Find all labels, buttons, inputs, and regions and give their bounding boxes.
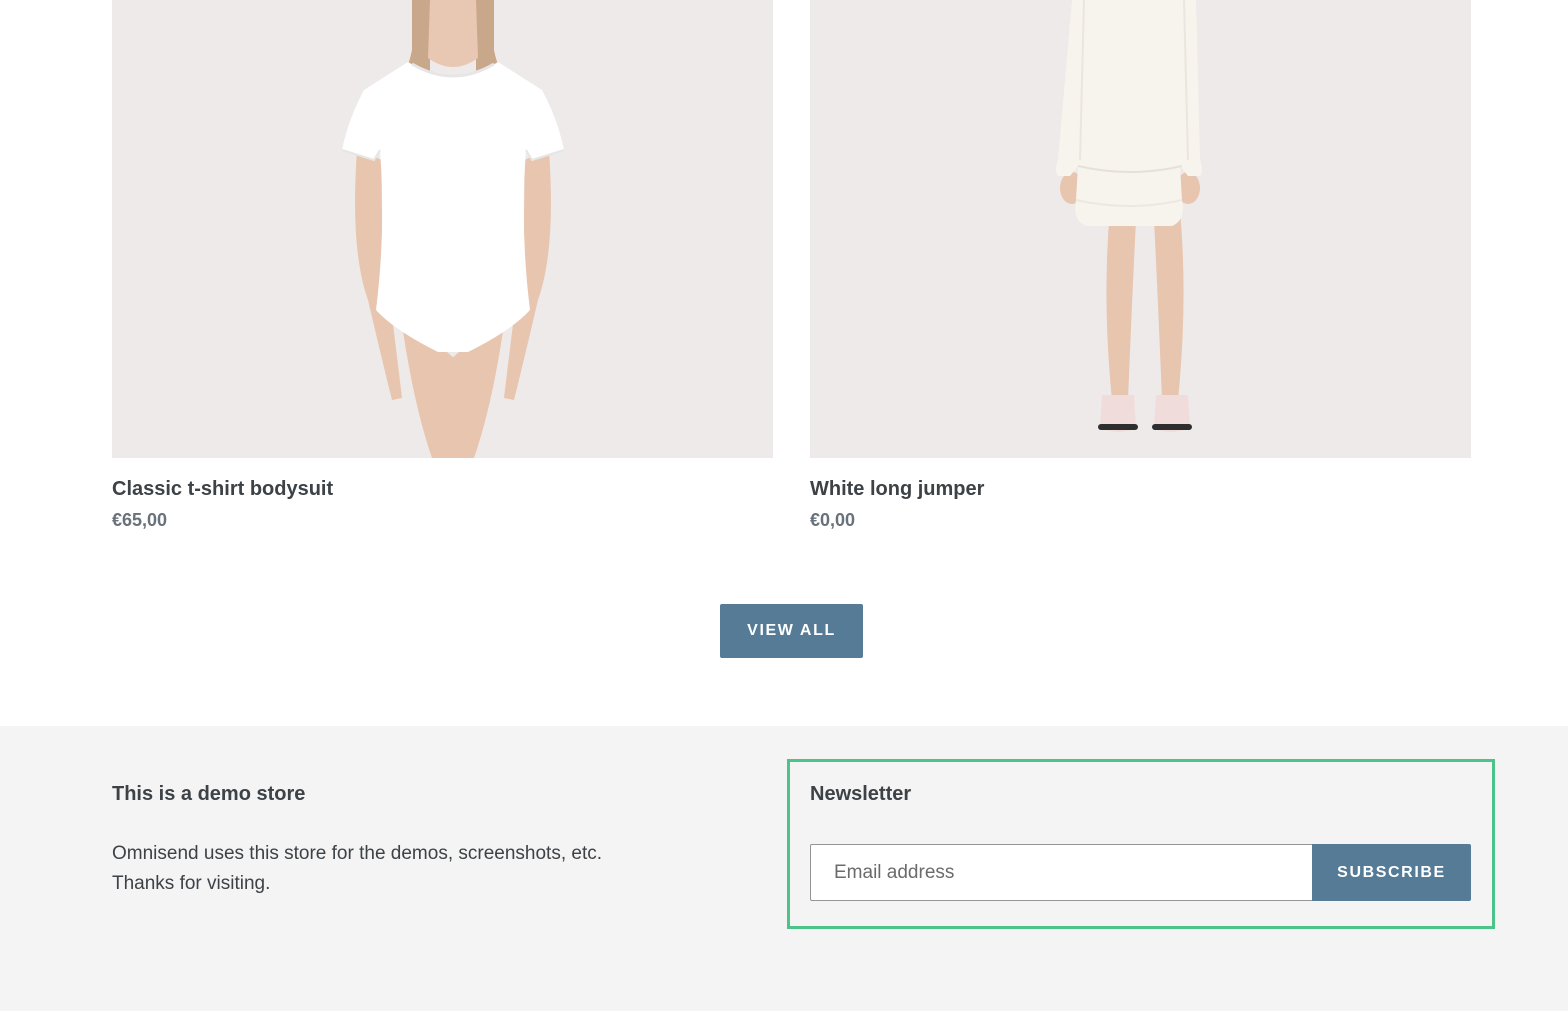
- product-image[interactable]: [112, 0, 773, 458]
- site-footer: This is a demo store Omnisend uses this …: [0, 726, 1568, 1011]
- newsletter-title: Newsletter: [810, 783, 912, 805]
- subscribe-button[interactable]: SUBSCRIBE: [1312, 844, 1471, 901]
- product-card[interactable]: White long jumper €0,00: [810, 0, 1471, 530]
- footer-about-title: This is a demo store: [112, 783, 306, 805]
- email-field[interactable]: [810, 844, 1313, 901]
- product-title[interactable]: Classic t-shirt bodysuit: [112, 478, 333, 501]
- featured-products-section: Classic t-shirt bodysuit €65,00 White lo…: [0, 0, 1568, 726]
- footer-about-text: Omnisend uses this store for the demos, …: [112, 839, 732, 899]
- footer-about-line: Thanks for visiting.: [112, 873, 271, 894]
- footer-about-line: Omnisend uses this store for the demos, …: [112, 843, 603, 864]
- product-image[interactable]: [810, 0, 1471, 458]
- product-price: €0,00: [810, 510, 856, 530]
- product-title[interactable]: White long jumper: [810, 478, 984, 501]
- model-bodysuit-illustration: [112, 0, 773, 458]
- view-all-button[interactable]: VIEW ALL: [720, 604, 863, 658]
- newsletter-form: Newsletter SUBSCRIBE: [787, 759, 1495, 929]
- product-price: €65,00: [112, 510, 168, 530]
- product-card[interactable]: Classic t-shirt bodysuit €65,00: [112, 0, 773, 530]
- model-jumper-illustration: [810, 0, 1471, 458]
